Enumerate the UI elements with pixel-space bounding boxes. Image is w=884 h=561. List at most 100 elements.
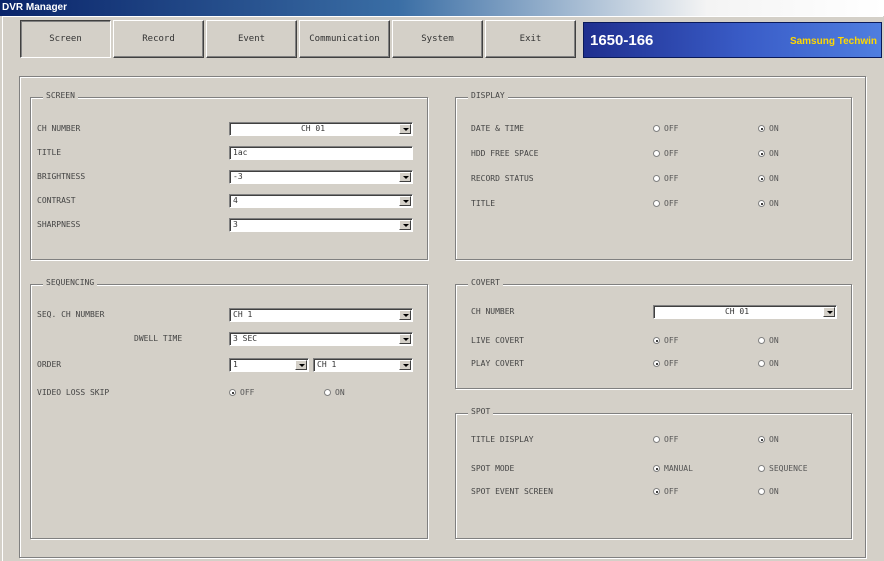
spot-group-title: SPOT <box>468 407 494 416</box>
order-index-value: 1 <box>233 360 238 369</box>
live-covert-off-radio[interactable]: OFF <box>653 336 678 345</box>
chevron-down-icon[interactable] <box>295 360 307 370</box>
order-label: ORDER <box>37 360 62 369</box>
covert-ch-number-label: CH NUMBER <box>471 307 515 316</box>
spot-mode-manual-radio[interactable]: MANUAL <box>653 464 693 473</box>
display-row-label: RECORD STATUS <box>471 174 534 183</box>
radio-icon <box>758 337 765 344</box>
spot-event-screen-label: SPOT EVENT SCREEN <box>471 487 553 496</box>
sharpness-value: 3 <box>233 220 238 229</box>
display-group: DISPLAY DATE & TIME OFF ON HDD FREE SPAC… <box>455 91 852 260</box>
communication-button[interactable]: Communication <box>299 20 390 58</box>
record-status-on-radio[interactable]: ON <box>758 174 779 183</box>
sequencing-group-title: SEQUENCING <box>43 278 98 287</box>
sharpness-select[interactable]: 3 <box>229 218 413 232</box>
chevron-down-icon[interactable] <box>399 220 411 230</box>
video-loss-skip-label: VIDEO LOSS SKIP <box>37 388 110 397</box>
ch-number-value: CH 01 <box>300 124 326 133</box>
date-time-off-radio[interactable]: OFF <box>653 124 678 133</box>
title-label: TITLE <box>37 148 62 157</box>
radio-icon <box>758 465 765 472</box>
play-covert-on-radio[interactable]: ON <box>758 359 779 368</box>
brand-banner: 1650-166 Samsung Techwin <box>583 22 882 58</box>
radio-icon <box>758 488 765 495</box>
chevron-down-icon[interactable] <box>399 124 411 134</box>
sequencing-group: SEQUENCING SEQ. CH NUMBER CH 1 DWELL TIM… <box>30 278 428 539</box>
date-time-on-radio[interactable]: ON <box>758 124 779 133</box>
screen-group: SCREEN CH NUMBER CH 01 TITLE 1ac BRIGHTN… <box>30 91 428 260</box>
covert-group: COVERT CH NUMBER CH 01 LIVE COVERT OFF O… <box>455 278 852 389</box>
hdd-free-off-radio[interactable]: OFF <box>653 149 678 158</box>
radio-icon <box>758 360 765 367</box>
title-display-off-radio[interactable]: OFF <box>653 199 678 208</box>
display-row-label: HDD FREE SPACE <box>471 149 539 158</box>
spot-event-on-radio[interactable]: ON <box>758 487 779 496</box>
radio-icon <box>758 150 765 157</box>
ch-number-select[interactable]: CH 01 <box>229 122 413 136</box>
radio-icon <box>758 125 765 132</box>
video-loss-off-radio[interactable]: OFF <box>229 388 254 397</box>
contrast-label: CONTRAST <box>37 196 76 205</box>
spot-title-on-radio[interactable]: ON <box>758 435 779 444</box>
radio-icon <box>758 175 765 182</box>
radio-icon <box>229 389 236 396</box>
play-covert-label: PLAY COVERT <box>471 359 524 368</box>
sharpness-label: SHARPNESS <box>37 220 81 229</box>
title-display-label: TITLE DISPLAY <box>471 435 534 444</box>
radio-icon <box>653 465 660 472</box>
radio-icon <box>653 337 660 344</box>
model-number: 1650-166 <box>590 32 654 49</box>
dwell-time-value: 3 SEC <box>233 334 258 343</box>
spot-group: SPOT TITLE DISPLAY OFF ON SPOT MODE MANU… <box>455 407 852 539</box>
display-row-label: TITLE <box>471 199 496 208</box>
window-title: DVR Manager <box>2 2 68 13</box>
record-status-off-radio[interactable]: OFF <box>653 174 678 183</box>
radio-icon <box>653 150 660 157</box>
radio-icon <box>653 125 660 132</box>
system-button[interactable]: System <box>392 20 483 58</box>
order-channel-value: CH 1 <box>317 360 337 369</box>
chevron-down-icon[interactable] <box>399 360 411 370</box>
hdd-free-on-radio[interactable]: ON <box>758 149 779 158</box>
spot-mode-sequence-radio[interactable]: SEQUENCE <box>758 464 808 473</box>
radio-icon <box>653 436 660 443</box>
live-covert-label: LIVE COVERT <box>471 336 524 345</box>
order-channel-select[interactable]: CH 1 <box>313 358 413 372</box>
contrast-select[interactable]: 4 <box>229 194 413 208</box>
chevron-down-icon[interactable] <box>399 196 411 206</box>
covert-ch-number-select[interactable]: CH 01 <box>653 305 837 319</box>
spot-event-off-radio[interactable]: OFF <box>653 487 678 496</box>
display-row-label: DATE & TIME <box>471 124 524 133</box>
order-index-select[interactable]: 1 <box>229 358 309 372</box>
brightness-label: BRIGHTNESS <box>37 172 86 181</box>
radio-icon <box>758 200 765 207</box>
seq-ch-number-select[interactable]: CH 1 <box>229 308 413 322</box>
play-covert-off-radio[interactable]: OFF <box>653 359 678 368</box>
chevron-down-icon[interactable] <box>399 310 411 320</box>
chevron-down-icon[interactable] <box>399 334 411 344</box>
dwell-time-select[interactable]: 3 SEC <box>229 332 413 346</box>
video-loss-on-radio[interactable]: ON <box>324 388 345 397</box>
brightness-select[interactable]: -3 <box>229 170 413 184</box>
record-button[interactable]: Record <box>113 20 204 58</box>
screen-button[interactable]: Screen <box>20 20 111 58</box>
title-input[interactable]: 1ac <box>229 146 413 160</box>
dwell-time-label: DWELL TIME <box>134 334 183 343</box>
screen-group-title: SCREEN <box>43 91 78 100</box>
event-button[interactable]: Event <box>206 20 297 58</box>
display-group-title: DISPLAY <box>468 91 508 100</box>
title-display-on-radio[interactable]: ON <box>758 199 779 208</box>
covert-group-title: COVERT <box>468 278 503 287</box>
radio-icon <box>653 175 660 182</box>
contrast-value: 4 <box>233 196 238 205</box>
ch-number-label: CH NUMBER <box>37 124 81 133</box>
live-covert-on-radio[interactable]: ON <box>758 336 779 345</box>
radio-icon <box>758 436 765 443</box>
chevron-down-icon[interactable] <box>823 307 835 317</box>
title-input-value: 1ac <box>233 148 248 157</box>
seq-ch-number-value: CH 1 <box>233 310 253 319</box>
spot-title-off-radio[interactable]: OFF <box>653 435 678 444</box>
chevron-down-icon[interactable] <box>399 172 411 182</box>
radio-icon <box>324 389 331 396</box>
exit-button[interactable]: Exit <box>485 20 576 58</box>
